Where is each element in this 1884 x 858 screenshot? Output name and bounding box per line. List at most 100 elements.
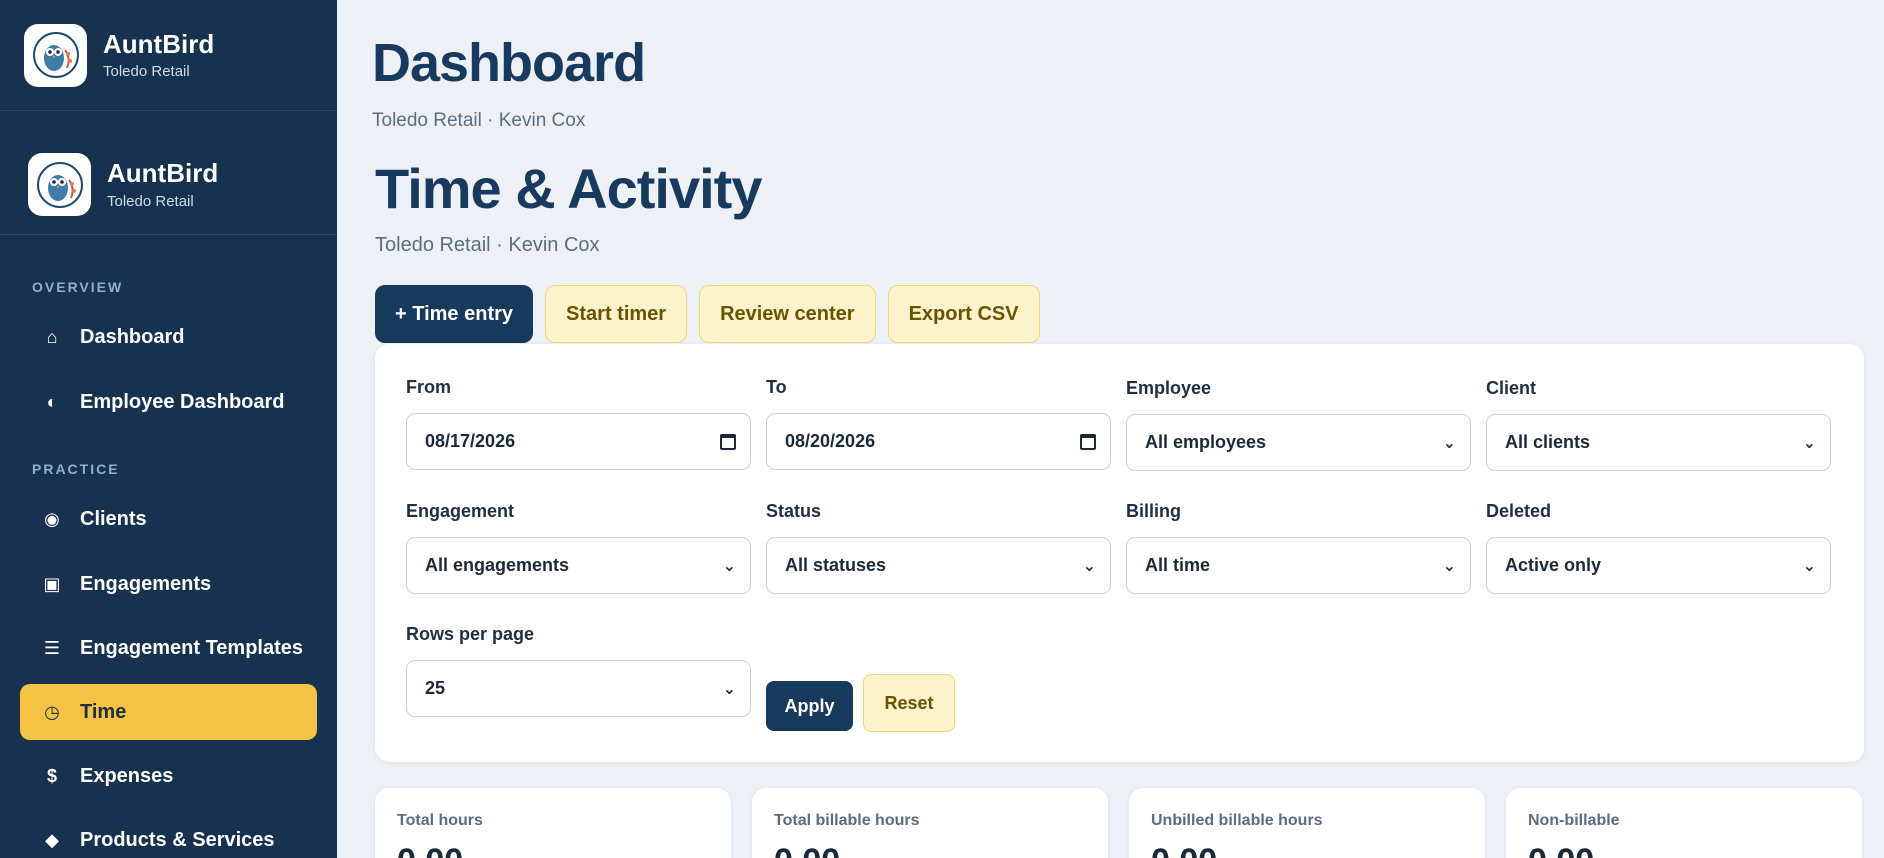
status-label: Status (766, 501, 822, 521)
sidebar-item-label: Expenses (80, 764, 174, 787)
sidebar-item-clients[interactable]: ◉ Clients (20, 491, 317, 547)
rows-per-page-select[interactable]: 25 ⌄ (406, 660, 751, 717)
sidebar-item-products-services[interactable]: ◆ Products & Services (20, 812, 317, 858)
from-date-value: 08/17/2026 (425, 431, 516, 451)
engagement-field: Engagement All engagements ⌄ (406, 501, 751, 594)
sidebar-item-employee-dashboard[interactable]: ◐ Employee Dashboard (20, 374, 317, 430)
filter-card: From 08/17/2026 To 08/20/2026 Employee A… (375, 344, 1864, 762)
stat-value: 0.00 (1528, 842, 1840, 858)
stat-label: Total hours (397, 812, 483, 829)
add-time-entry-button[interactable]: + Time entry (375, 285, 534, 343)
engagement-select[interactable]: All engagements ⌄ (406, 537, 751, 594)
sidebar-item-time[interactable]: ◷ Time (20, 684, 317, 740)
rows-per-page-label: Rows per page (406, 624, 535, 644)
sidebar-item-expenses[interactable]: $ Expenses (20, 748, 317, 804)
chevron-down-icon: ⌄ (1802, 434, 1816, 452)
stat-label: Unbilled billable hours (1151, 812, 1323, 829)
section-overview: OVERVIEW (32, 279, 124, 295)
stat-total-billable-hours: Total billable hours 0.00 (752, 788, 1108, 858)
review-center-button[interactable]: Review center (699, 285, 876, 343)
diamond-icon: ◆ (45, 829, 59, 850)
client-select[interactable]: All clients ⌄ (1486, 414, 1831, 471)
client-field: Client All clients ⌄ (1486, 378, 1831, 471)
engagement-label: Engagement (406, 501, 515, 521)
brand-name: AuntBird (103, 28, 215, 59)
owl-logo-icon (28, 153, 91, 216)
sidebar-item-label: Engagement Templates (80, 636, 304, 659)
status-select[interactable]: All statuses ⌄ (766, 537, 1111, 594)
to-date-input[interactable]: 08/20/2026 (766, 413, 1111, 470)
stat-total-hours: Total hours 0.00 (375, 788, 731, 858)
client-label: Client (1486, 378, 1537, 398)
sidebar-item-engagements[interactable]: ▣ Engagements (20, 556, 317, 612)
employee-label: Employee (1126, 378, 1212, 398)
clock-icon: ◷ (44, 701, 60, 722)
owl-logo-icon (24, 23, 87, 87)
apply-button[interactable]: Apply (766, 681, 853, 731)
from-label: From (406, 377, 451, 397)
employee-value: All employees (1145, 432, 1267, 452)
chevron-down-icon: ⌄ (1442, 434, 1456, 452)
sidebar-item-label: Engagements (80, 572, 212, 595)
list-icon: ☰ (43, 637, 61, 658)
nav-sidebar: AuntBird Toledo Retail OVERVIEW PRACTICE… (0, 135, 337, 858)
sidebar-item-dashboard[interactable]: ⌂ Dashboard (20, 309, 317, 365)
sidebar-item-label: Products & Services (80, 828, 275, 851)
billing-label: Billing (1126, 501, 1181, 521)
calendar-icon[interactable] (1080, 433, 1096, 450)
stat-value: 0.00 (397, 842, 709, 858)
to-date-value: 08/20/2026 (785, 431, 876, 451)
sidebar-item-label: Clients (80, 507, 147, 530)
nav-brand-header[interactable]: AuntBird Toledo Retail (0, 135, 337, 235)
start-timer-button[interactable]: Start timer (545, 285, 688, 343)
from-date-input[interactable]: 08/17/2026 (406, 413, 751, 470)
deleted-select[interactable]: Active only ⌄ (1486, 537, 1831, 594)
client-value: All clients (1505, 432, 1591, 452)
deleted-field: Deleted Active only ⌄ (1486, 501, 1831, 594)
chevron-down-icon: ⌄ (722, 557, 736, 575)
page-subtitle: Toledo Retail · Kevin Cox (375, 234, 600, 256)
billing-select[interactable]: All time ⌄ (1126, 537, 1471, 594)
deleted-label: Deleted (1486, 501, 1552, 521)
sidebar-item-engagement-templates[interactable]: ☰ Engagement Templates (20, 620, 317, 676)
employee-field: Employee All employees ⌄ (1126, 378, 1471, 471)
reset-button[interactable]: Reset (863, 674, 955, 732)
dashboard-title: Dashboard (372, 33, 646, 93)
brand-header[interactable]: AuntBird Toledo Retail (0, 0, 337, 111)
engagement-value: All engagements (425, 555, 570, 575)
section-practice: PRACTICE (32, 461, 120, 477)
dollar-icon: $ (46, 765, 57, 786)
page-title: Time & Activity (375, 157, 762, 220)
billing-value: All time (1145, 555, 1211, 575)
action-bar: + Time entry Start timer Review center E… (375, 285, 1040, 343)
status-field: Status All statuses ⌄ (766, 501, 1111, 594)
rows-per-page-field: Rows per page 25 ⌄ (406, 624, 751, 717)
stat-label: Non-billable (1528, 812, 1620, 829)
export-csv-button[interactable]: Export CSV (887, 285, 1040, 343)
employee-select[interactable]: All employees ⌄ (1126, 414, 1471, 471)
chevron-down-icon: ⌄ (1082, 557, 1096, 575)
brand-sub: Toledo Retail (103, 63, 190, 81)
chevron-down-icon: ⌄ (1442, 557, 1456, 575)
to-label: To (766, 377, 787, 397)
stat-unbilled-billable-hours: Unbilled billable hours 0.00 (1129, 788, 1485, 858)
engagements-icon: ▣ (43, 573, 61, 594)
stat-value: 0.00 (1151, 842, 1463, 858)
contrast-icon: ◐ (46, 391, 58, 412)
deleted-value: Active only (1505, 555, 1602, 575)
brand-name: AuntBird (107, 158, 219, 189)
stat-non-billable: Non-billable 0.00 (1506, 788, 1862, 858)
sidebar-item-label: Time (80, 700, 127, 723)
stat-value: 0.00 (774, 842, 1086, 858)
from-field: From 08/17/2026 (406, 377, 751, 470)
brand-sub: Toledo Retail (107, 192, 194, 210)
status-value: All statuses (785, 555, 887, 575)
dashboard-subtitle: Toledo Retail · Kevin Cox (372, 110, 586, 131)
sidebar-item-label: Employee Dashboard (80, 390, 285, 413)
stat-label: Total billable hours (774, 812, 920, 829)
calendar-icon[interactable] (720, 433, 736, 450)
to-field: To 08/20/2026 (766, 377, 1111, 470)
home-icon: ⌂ (46, 326, 58, 347)
chevron-down-icon: ⌄ (722, 680, 736, 698)
billing-field: Billing All time ⌄ (1126, 501, 1471, 594)
